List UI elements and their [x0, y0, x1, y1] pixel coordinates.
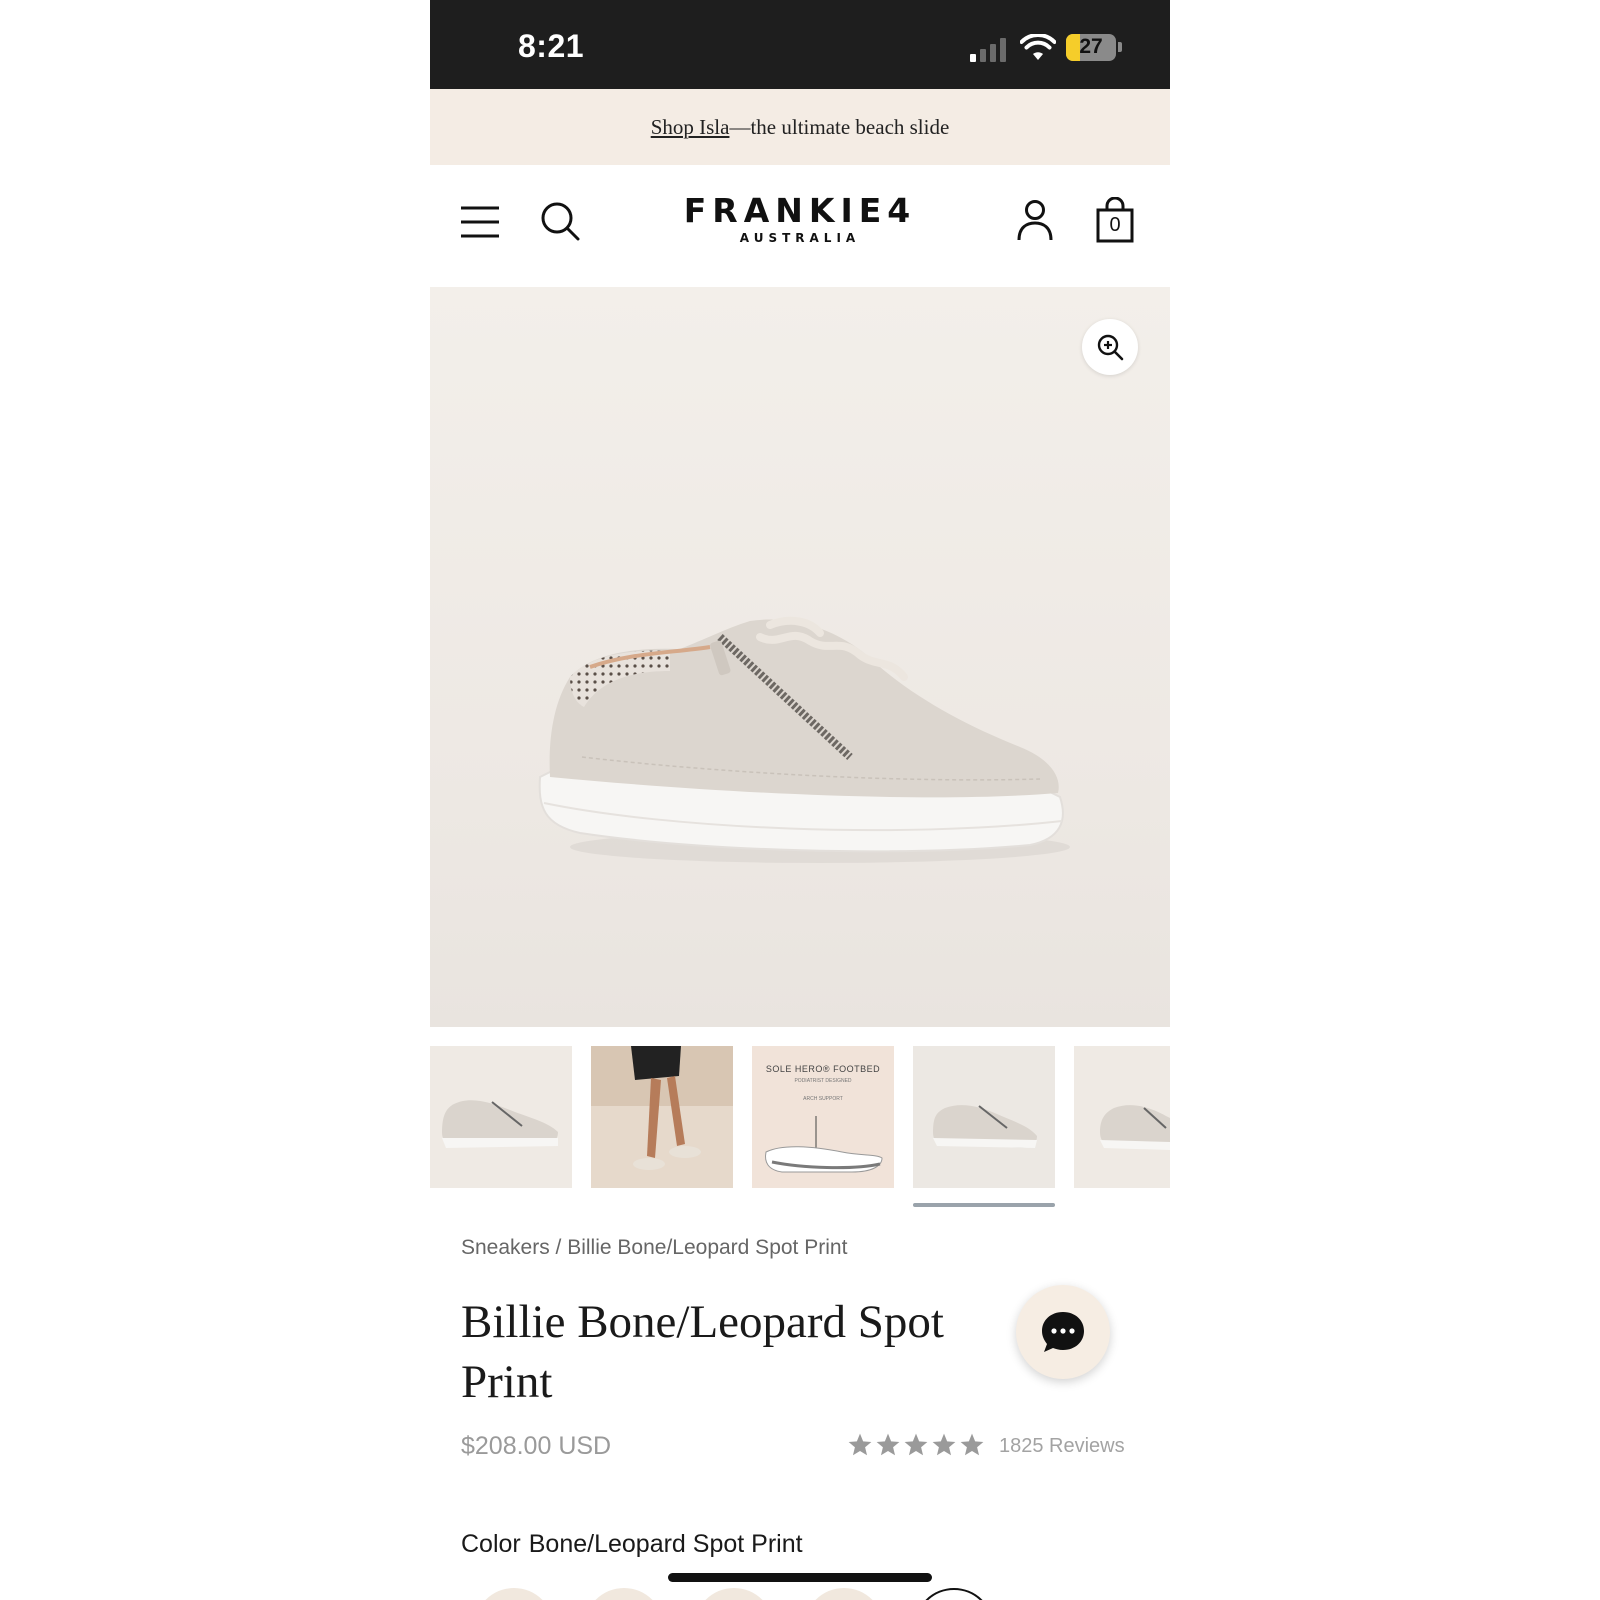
product-price: $208.00 USD	[461, 1432, 612, 1460]
breadcrumb[interactable]: Sneakers / Billie Bone/Leopard Spot Prin…	[461, 1236, 847, 1260]
battery-icon: 27	[1066, 34, 1116, 61]
color-swatch-selected[interactable]	[914, 1588, 994, 1600]
product-title: Billie Bone/Leopard Spot Print	[461, 1296, 944, 1408]
reviews-link[interactable]: 1825 Reviews	[999, 1435, 1125, 1458]
zoom-button[interactable]	[1082, 319, 1138, 375]
color-swatch[interactable]	[694, 1588, 774, 1600]
status-time: 8:21	[518, 28, 585, 64]
brand-sub: AUSTRALIA	[739, 231, 861, 245]
thumbnail-strip: SOLE HERO® FOOTBED PODIATRIST DESIGNED A…	[430, 1046, 1170, 1207]
star-icon	[932, 1433, 956, 1456]
phone-screen: 8:21 27 Shop Isla—the ultimate beach sli…	[430, 0, 1170, 1600]
thumbnail-1[interactable]	[430, 1046, 572, 1188]
promo-link[interactable]: Shop Isla	[651, 115, 730, 139]
star-icon	[904, 1433, 928, 1456]
thumbnail-5[interactable]	[1074, 1046, 1170, 1188]
signal-icon	[970, 36, 1010, 62]
menu-icon[interactable]	[460, 205, 500, 239]
color-swatch[interactable]	[474, 1588, 554, 1600]
color-swatch[interactable]	[804, 1588, 884, 1600]
thumbnail-4[interactable]	[913, 1046, 1055, 1188]
color-label: Color	[461, 1530, 521, 1558]
battery-tip	[1118, 42, 1122, 52]
color-row: Color Bone/Leopard Spot Print	[461, 1530, 803, 1559]
wifi-icon	[1020, 34, 1056, 60]
color-swatches	[430, 1588, 1170, 1600]
star-icon	[848, 1433, 872, 1456]
brand-name: FRANKIE4	[683, 191, 917, 230]
color-value: Bone/Leopard Spot Print	[528, 1530, 803, 1558]
star-icon	[960, 1433, 984, 1456]
promo-text: Shop Isla—the ultimate beach slide	[430, 115, 1170, 140]
sneaker-image	[538, 616, 1070, 863]
site-header: FRANKIE4 AUSTRALIA 0	[430, 165, 1170, 287]
thumbnail-3[interactable]: SOLE HERO® FOOTBED PODIATRIST DESIGNED A…	[752, 1046, 894, 1188]
cart-count: 0	[1109, 214, 1121, 236]
product-main-image[interactable]	[430, 287, 1170, 1027]
status-bar: 8:21 27	[430, 0, 1170, 89]
chat-icon	[1042, 1312, 1084, 1352]
zoom-in-icon	[1097, 334, 1124, 361]
color-swatch[interactable]	[584, 1588, 664, 1600]
chat-button[interactable]	[1016, 1285, 1110, 1379]
battery-percent: 27	[1079, 35, 1103, 58]
promo-banner: Shop Isla—the ultimate beach slide	[430, 89, 1170, 165]
brand-logo[interactable]: FRANKIE4 AUSTRALIA	[630, 191, 970, 245]
promo-rest: —the ultimate beach slide	[729, 115, 950, 139]
thumbnail-selected-indicator	[913, 1203, 1055, 1207]
search-icon[interactable]	[540, 201, 580, 241]
account-icon[interactable]	[1016, 199, 1054, 241]
bag-button[interactable]: 0	[1095, 196, 1135, 243]
thumbnail-2[interactable]	[591, 1046, 733, 1188]
home-indicator	[668, 1573, 932, 1582]
star-icon	[876, 1433, 900, 1456]
